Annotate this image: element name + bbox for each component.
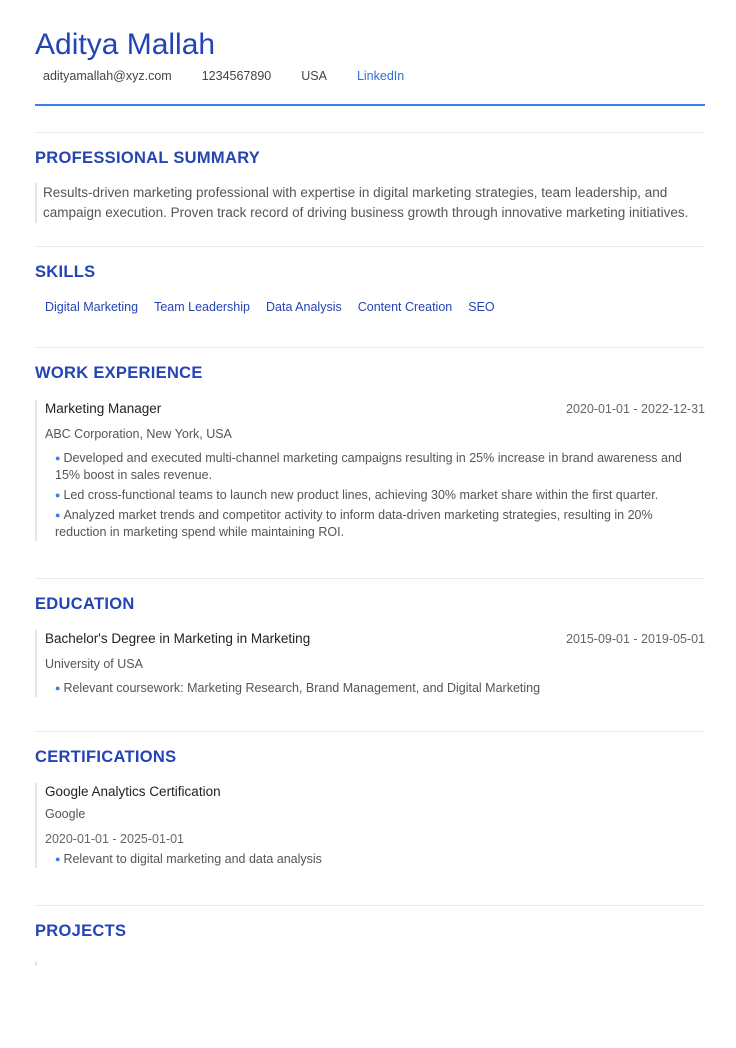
education-bullets: ● Relevant coursework: Marketing Research… bbox=[45, 680, 705, 697]
projects-heading: PROJECTS bbox=[35, 922, 127, 940]
bullet-icon: ● bbox=[55, 854, 61, 864]
experience-entry: Marketing Manager 2020-01-01 - 2022-12-3… bbox=[35, 400, 705, 541]
job-company: ABC Corporation, New York, USA bbox=[45, 427, 232, 441]
section-divider bbox=[35, 132, 705, 133]
contact-bar: adityamallah@xyz.com 1234567890 USA Link… bbox=[35, 68, 705, 84]
contact-location: USA bbox=[301, 69, 327, 83]
certification-bullet: ● Relevant to digital marketing and data … bbox=[55, 852, 322, 866]
section-divider bbox=[35, 731, 705, 732]
bullet-icon: ● bbox=[55, 510, 61, 520]
bullet-icon: ● bbox=[55, 453, 61, 463]
summary-text: Results-driven marketing professional wi… bbox=[35, 183, 705, 223]
projects-entry-border bbox=[35, 961, 37, 966]
job-bullet: ● Developed and executed multi-channel ma… bbox=[55, 451, 682, 482]
job-title: Marketing Manager bbox=[45, 401, 162, 416]
education-dates: 2015-09-01 - 2019-05-01 bbox=[566, 632, 705, 646]
contact-email: adityamallah@xyz.com bbox=[43, 69, 172, 83]
bullet-icon: ● bbox=[55, 683, 61, 693]
job-bullet: ● Analyzed market trends and competitor a… bbox=[55, 508, 653, 539]
skills-heading: SKILLS bbox=[35, 263, 96, 281]
section-divider bbox=[35, 246, 705, 247]
certification-bullets: ● Relevant to digital marketing and data … bbox=[45, 851, 705, 868]
certification-entry: Google Analytics Certification Google 20… bbox=[35, 783, 705, 868]
bullet-icon: ● bbox=[55, 490, 61, 500]
education-heading: EDUCATION bbox=[35, 595, 135, 613]
education-bullet: ● Relevant coursework: Marketing Research… bbox=[55, 681, 541, 695]
skill-tag: Team Leadership bbox=[154, 300, 250, 314]
skill-tag: Content Creation bbox=[357, 300, 453, 314]
section-divider bbox=[35, 347, 705, 348]
skills-list: Digital Marketing Team Leadership Data A… bbox=[35, 299, 705, 315]
skill-tag: Data Analysis bbox=[266, 300, 342, 314]
certification-issuer: Google bbox=[45, 807, 86, 821]
skill-tag: SEO bbox=[468, 300, 495, 314]
certifications-heading: CERTIFICATIONS bbox=[35, 748, 177, 766]
job-bullets: ● Developed and executed multi-channel ma… bbox=[45, 450, 705, 541]
certification-dates: 2020-01-01 - 2025-01-01 bbox=[45, 832, 184, 846]
resume-page: Aditya Mallah adityamallah@xyz.com 12345… bbox=[0, 0, 736, 966]
linkedin-link[interactable]: LinkedIn bbox=[357, 68, 404, 84]
candidate-name: Aditya Mallah bbox=[35, 28, 216, 61]
skill-tag: Digital Marketing bbox=[45, 300, 139, 314]
section-divider bbox=[35, 905, 705, 906]
degree-title: Bachelor's Degree in Marketing in Market… bbox=[45, 631, 311, 646]
summary-heading: PROFESSIONAL SUMMARY bbox=[35, 149, 261, 167]
experience-heading: WORK EXPERIENCE bbox=[35, 364, 203, 382]
section-divider bbox=[35, 578, 705, 579]
contact-phone: 1234567890 bbox=[201, 69, 272, 83]
header-divider bbox=[35, 104, 705, 106]
education-entry: Bachelor's Degree in Marketing in Market… bbox=[35, 630, 705, 697]
job-bullet: ● Led cross-functional teams to launch ne… bbox=[55, 488, 659, 502]
certification-name: Google Analytics Certification bbox=[45, 784, 221, 799]
school-name: University of USA bbox=[45, 657, 143, 671]
job-dates: 2020-01-01 - 2022-12-31 bbox=[566, 402, 705, 416]
